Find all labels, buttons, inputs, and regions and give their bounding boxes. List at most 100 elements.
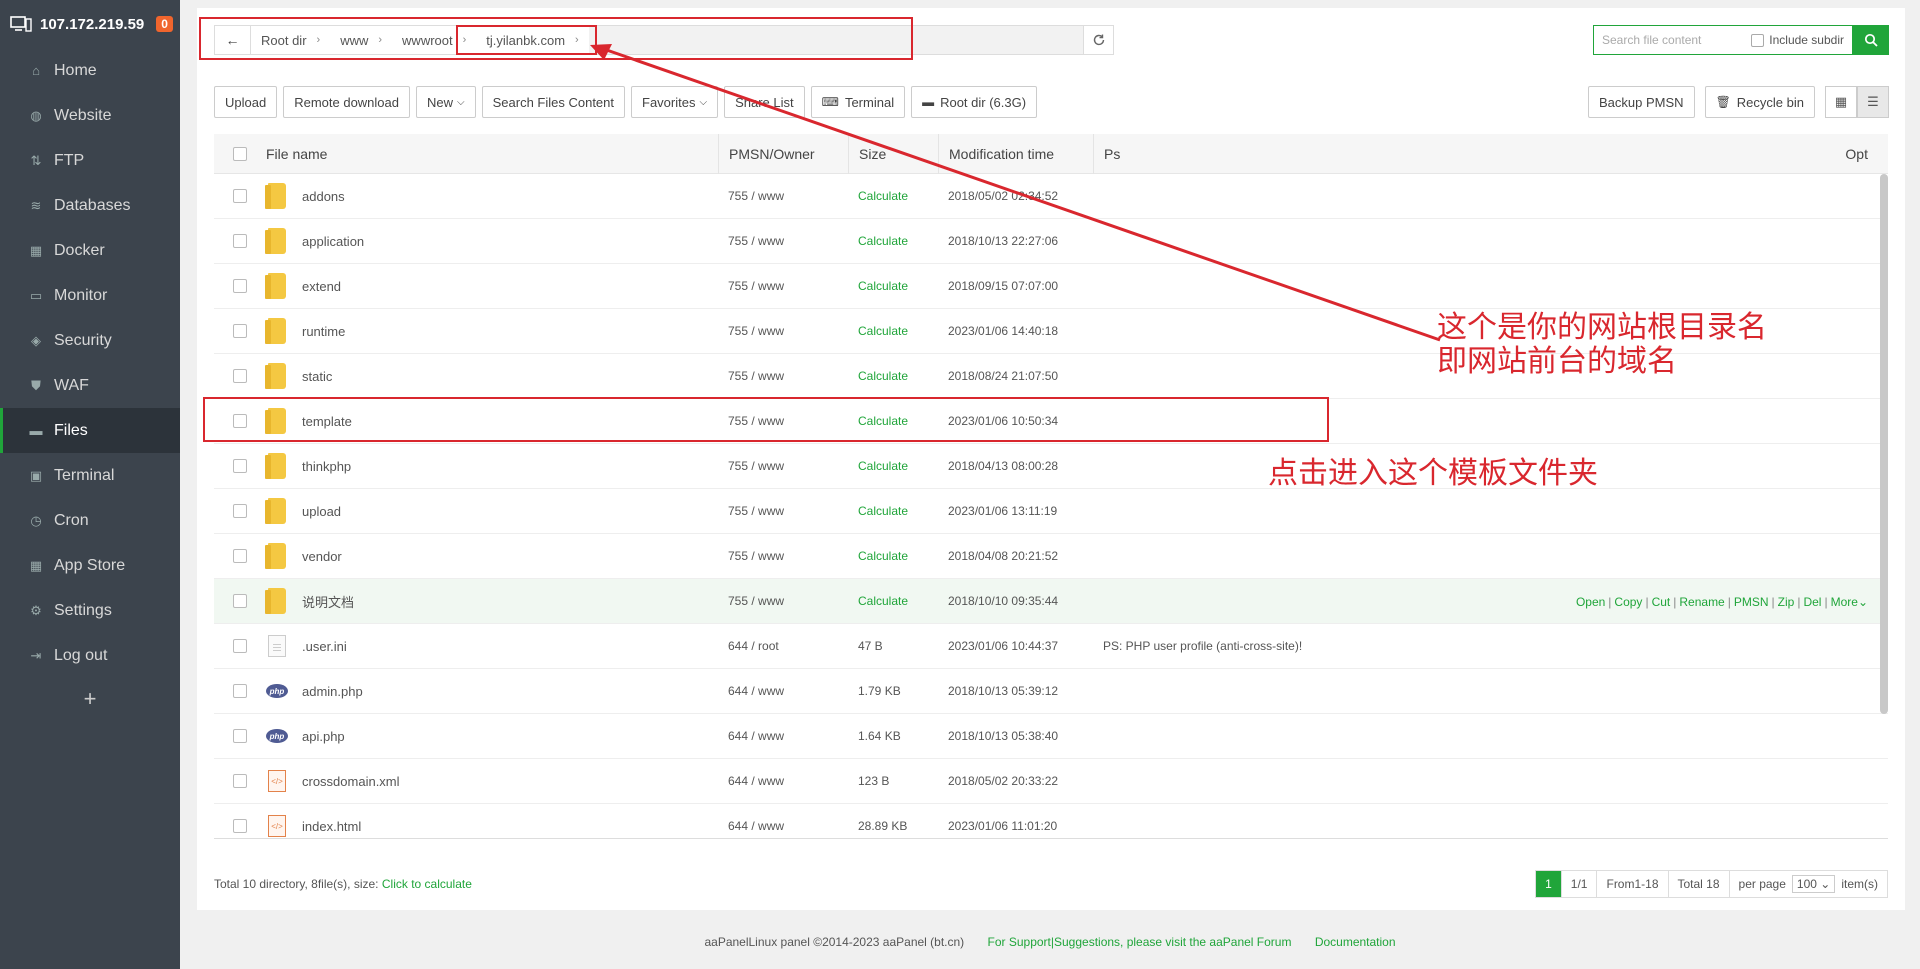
file-perm[interactable]: 644 / www	[718, 819, 848, 833]
page-current[interactable]: 1	[1536, 871, 1562, 897]
search-files-button[interactable]: Search Files Content	[481, 86, 626, 118]
table-row[interactable]: addons 755 / www Calculate 2018/05/02 02:34…	[214, 174, 1888, 219]
sidebar-item-home[interactable]: ⌂ Home	[0, 48, 180, 93]
file-perm[interactable]: 755 / www	[718, 549, 848, 563]
action-pmsn[interactable]: PMSN	[1734, 595, 1769, 609]
file-perm[interactable]: 644 / www	[718, 729, 848, 743]
file-perm[interactable]: 755 / www	[718, 189, 848, 203]
file-perm[interactable]: 755 / www	[718, 594, 848, 608]
table-row[interactable]: php admin.php 644 / www 1.79 KB 2018/10/13 0…	[214, 669, 1888, 714]
table-row[interactable]: vendor 755 / www Calculate 2018/04/08 20:21…	[214, 534, 1888, 579]
notification-badge[interactable]: 0	[156, 16, 173, 32]
upload-button[interactable]: Upload	[214, 86, 278, 118]
file-perm[interactable]: 755 / www	[718, 234, 848, 248]
header-perm[interactable]: PMSN/Owner	[718, 134, 848, 174]
file-size[interactable]: Calculate	[848, 459, 938, 473]
scrollbar[interactable]	[1880, 174, 1888, 714]
file-name[interactable]: admin.php	[302, 684, 363, 699]
file-perm[interactable]: 755 / www	[718, 459, 848, 473]
file-perm[interactable]: 644 / root	[718, 639, 848, 653]
sidebar-item-terminal[interactable]: ▣ Terminal	[0, 453, 180, 498]
file-name[interactable]: runtime	[302, 324, 345, 339]
action-cut[interactable]: Cut	[1652, 595, 1671, 609]
row-checkbox[interactable]	[233, 189, 247, 203]
action-copy[interactable]: Copy	[1614, 595, 1642, 609]
file-ps[interactable]: PS: PHP user profile (anti-cross-site)!	[1093, 639, 1543, 653]
row-checkbox[interactable]	[233, 234, 247, 248]
file-size[interactable]: Calculate	[848, 549, 938, 563]
file-size[interactable]: Calculate	[848, 279, 938, 293]
file-name[interactable]: thinkphp	[302, 459, 351, 474]
header-mod-time[interactable]: Modification time	[938, 134, 1093, 174]
file-name[interactable]: index.html	[302, 819, 361, 834]
row-checkbox[interactable]	[233, 819, 247, 833]
select-all-checkbox[interactable]	[233, 146, 247, 161]
sidebar-item-ftp[interactable]: ⇅ FTP	[0, 138, 180, 183]
row-checkbox[interactable]	[233, 279, 247, 293]
row-checkbox[interactable]	[233, 639, 247, 653]
file-name[interactable]: api.php	[302, 729, 345, 744]
action-more[interactable]: More	[1831, 595, 1858, 609]
file-size[interactable]: Calculate	[848, 234, 938, 248]
file-perm[interactable]: 755 / www	[718, 504, 848, 518]
recycle-bin-button[interactable]: 🗑 Recycle bin	[1704, 86, 1815, 118]
sidebar-item-waf[interactable]: ⛊ WAF	[0, 363, 180, 408]
calculate-size-link[interactable]: Click to calculate	[382, 877, 472, 891]
sidebar-item-databases[interactable]: ≋ Databases	[0, 183, 180, 228]
share-list-button[interactable]: Share List	[724, 86, 805, 118]
file-name[interactable]: vendor	[302, 549, 342, 564]
file-size[interactable]: Calculate	[848, 369, 938, 383]
sidebar-item-settings[interactable]: ⚙ Settings	[0, 588, 180, 633]
action-del[interactable]: Del	[1803, 595, 1821, 609]
file-name[interactable]: application	[302, 234, 364, 249]
file-perm[interactable]: 755 / www	[718, 369, 848, 383]
sidebar-item-docker[interactable]: ▦ Docker	[0, 228, 180, 273]
sidebar-item-cron[interactable]: ◷ Cron	[0, 498, 180, 543]
file-size[interactable]: Calculate	[848, 504, 938, 518]
table-row[interactable]: application 755 / www Calculate 2018/10/13 …	[214, 219, 1888, 264]
row-checkbox[interactable]	[233, 684, 247, 698]
refresh-button[interactable]	[1083, 26, 1113, 54]
documentation-link[interactable]: Documentation	[1315, 935, 1396, 949]
sidebar-item-monitor[interactable]: ▭ Monitor	[0, 273, 180, 318]
file-size[interactable]: Calculate	[848, 324, 938, 338]
table-row[interactable]: extend 755 / www Calculate 2018/09/15 07:07…	[214, 264, 1888, 309]
sidebar-item-website[interactable]: ◍ Website	[0, 93, 180, 138]
file-size[interactable]: Calculate	[848, 189, 938, 203]
table-row[interactable]: </> crossdomain.xml 644 / www 123 B 2018/05/…	[214, 759, 1888, 804]
favorites-dropdown[interactable]: Favorites ⌵	[631, 86, 719, 118]
file-name[interactable]: static	[302, 369, 332, 384]
file-perm[interactable]: 644 / www	[718, 684, 848, 698]
list-view-button[interactable]: ☰	[1857, 86, 1889, 118]
file-size[interactable]: Calculate	[848, 594, 938, 608]
table-row[interactable]: </> index.html 644 / www 28.89 KB 2023/01/06…	[214, 804, 1888, 838]
file-name[interactable]: addons	[302, 189, 345, 204]
table-row[interactable]: 说明文档 755 / www Calculate 2018/10/10 09:35:4…	[214, 579, 1888, 624]
file-name[interactable]: .user.ini	[302, 639, 347, 654]
file-name[interactable]: 说明文档	[302, 592, 354, 611]
row-checkbox[interactable]	[233, 594, 247, 608]
row-checkbox[interactable]	[233, 369, 247, 383]
table-row[interactable]: .user.ini 644 / root 47 B 2023/01/06 10:44:…	[214, 624, 1888, 669]
file-perm[interactable]: 755 / www	[718, 279, 848, 293]
new-dropdown[interactable]: New ⌵	[416, 86, 476, 118]
row-checkbox[interactable]	[233, 324, 247, 338]
search-button[interactable]	[1853, 25, 1889, 55]
row-checkbox[interactable]	[233, 459, 247, 473]
add-menu-icon[interactable]: +	[0, 686, 180, 712]
row-checkbox[interactable]	[233, 504, 247, 518]
file-name[interactable]: upload	[302, 504, 341, 519]
include-subdir-checkbox[interactable]: Include subdir	[1751, 33, 1852, 47]
action-open[interactable]: Open	[1576, 595, 1605, 609]
table-row[interactable]: php api.php 644 / www 1.64 KB 2018/10/13 05:…	[214, 714, 1888, 759]
header-size[interactable]: Size	[848, 134, 938, 174]
action-rename[interactable]: Rename	[1679, 595, 1724, 609]
row-checkbox[interactable]	[233, 549, 247, 563]
sidebar-item-security[interactable]: ◈ Security	[0, 318, 180, 363]
support-link[interactable]: For Support|Suggestions, please visit th…	[988, 935, 1292, 949]
action-zip[interactable]: Zip	[1778, 595, 1795, 609]
file-name[interactable]: crossdomain.xml	[302, 774, 400, 789]
table-row[interactable]: thinkphp 755 / www Calculate 2018/04/13 08:…	[214, 444, 1888, 489]
table-row[interactable]: upload 755 / www Calculate 2023/01/06 13:11…	[214, 489, 1888, 534]
backup-pmsn-button[interactable]: Backup PMSN	[1588, 86, 1695, 118]
